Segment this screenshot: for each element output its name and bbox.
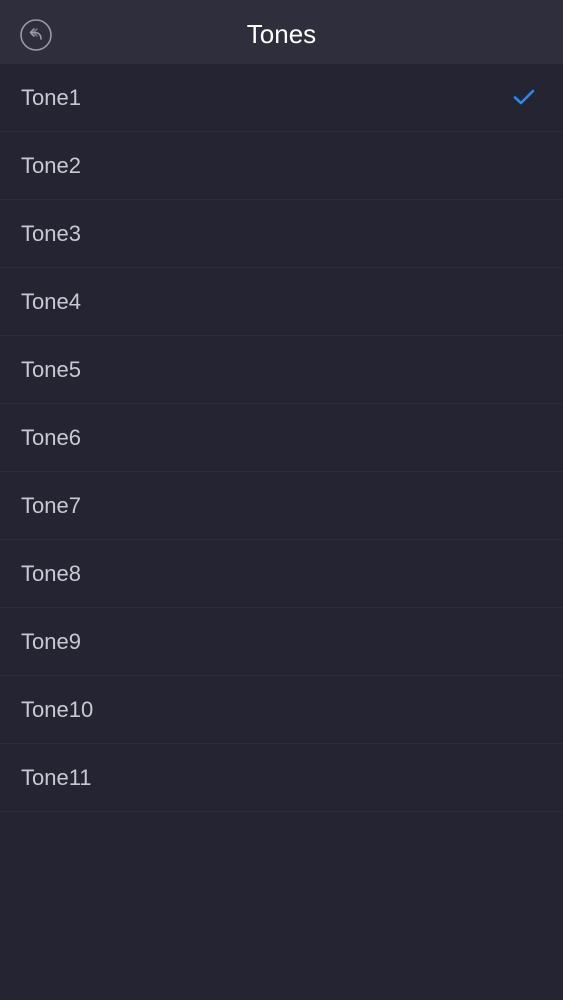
tone-label: Tone9 xyxy=(21,628,81,654)
tone-label: Tone6 xyxy=(21,424,81,450)
tone-row[interactable]: Tone9 xyxy=(0,608,563,676)
tone-label: Tone8 xyxy=(21,560,81,586)
back-arrow-icon xyxy=(20,19,52,51)
tone-label: Tone2 xyxy=(21,152,81,178)
tone-label: Tone3 xyxy=(21,220,81,246)
tone-label: Tone4 xyxy=(21,288,81,314)
nav-bar: Tones xyxy=(0,0,563,64)
tone-row[interactable]: Tone8 xyxy=(0,540,563,608)
tone-row[interactable]: Tone10 xyxy=(0,676,563,744)
back-button[interactable] xyxy=(20,19,52,51)
tone-row[interactable]: Tone11 xyxy=(0,744,563,812)
tone-list: Tone1 Tone2 Tone3 Tone4 Tone5 Tone6 Tone… xyxy=(0,64,563,812)
tone-row[interactable]: Tone4 xyxy=(0,268,563,336)
tone-row[interactable]: Tone3 xyxy=(0,200,563,268)
tone-row[interactable]: Tone5 xyxy=(0,336,563,404)
tone-label: Tone5 xyxy=(21,356,81,382)
tone-row[interactable]: Tone2 xyxy=(0,132,563,200)
checkmark-icon xyxy=(513,89,535,105)
tone-label: Tone11 xyxy=(21,764,92,790)
tone-label: Tone7 xyxy=(21,492,81,518)
tone-row[interactable]: Tone6 xyxy=(0,404,563,472)
tone-row[interactable]: Tone1 xyxy=(0,64,563,132)
tone-row[interactable]: Tone7 xyxy=(0,472,563,540)
tone-label: Tone10 xyxy=(21,696,94,722)
page-title: Tones xyxy=(246,19,317,49)
tones-screen: Tones Tone1 Tone2 Tone3 Tone4 Tone5 Tone… xyxy=(0,0,563,1000)
tone-label: Tone1 xyxy=(21,84,81,110)
